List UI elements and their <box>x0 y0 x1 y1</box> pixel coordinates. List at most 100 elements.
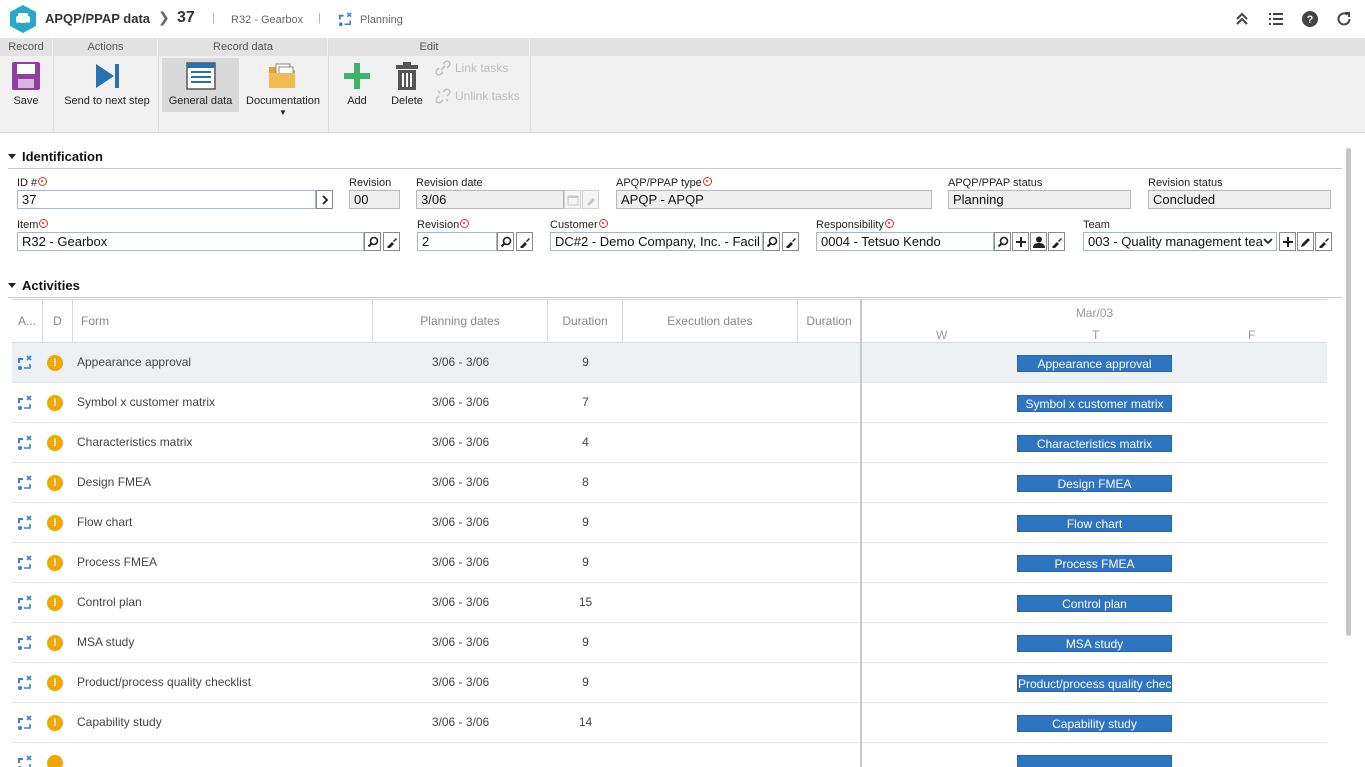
search-icon <box>997 236 1008 247</box>
planning-task-icon[interactable] <box>16 514 34 532</box>
form-cell: Appearance approval <box>77 355 192 369</box>
table-row[interactable]: ! Appearance approval 3/06 - 3/06 9 Appearan… <box>12 343 1327 383</box>
table-row[interactable]: ! Symbol x customer matrix 3/06 - 3/06 7 Sym… <box>12 383 1327 423</box>
column-header-d[interactable]: D <box>43 300 73 343</box>
column-header-form[interactable]: Form <box>73 300 373 343</box>
duration-cell: 7 <box>582 395 589 409</box>
customer-search-button[interactable] <box>763 232 780 251</box>
send-next-step-button[interactable]: Send to next step <box>59 58 155 112</box>
gantt-task-bar[interactable]: Characteristics matrix <box>1017 435 1172 452</box>
svg-text:?: ? <box>1307 14 1314 26</box>
ribbon-group-actions: Actions Send to next step <box>54 38 159 132</box>
unlink-tasks-button[interactable]: Unlink tasks <box>435 88 520 104</box>
item-revision-input[interactable]: 2 <box>417 232 497 251</box>
refresh-icon[interactable] <box>1335 10 1353 28</box>
gantt-task-bar <box>1017 755 1172 767</box>
table-row[interactable]: ! Flow chart 3/06 - 3/06 9 Flow chart <box>12 503 1327 543</box>
item-revision-clear-button[interactable] <box>516 232 533 251</box>
gantt-task-bar[interactable]: Flow chart <box>1017 515 1172 532</box>
planning-task-icon[interactable] <box>16 714 34 732</box>
column-header-duration[interactable]: Duration <box>548 300 623 343</box>
column-header-execution-dates[interactable]: Execution dates <box>623 300 798 343</box>
planning-task-icon[interactable] <box>16 754 34 767</box>
team-edit-button[interactable] <box>1297 232 1314 251</box>
responsibility-search-button[interactable] <box>994 232 1011 251</box>
id-go-button[interactable] <box>316 190 333 209</box>
planning-task-icon[interactable] <box>16 674 34 692</box>
vertical-scrollbar[interactable] <box>1346 148 1351 636</box>
gantt-task-bar[interactable]: Design FMEA <box>1017 475 1172 492</box>
column-header-duration-2[interactable]: Duration <box>798 300 860 343</box>
collapse-up-icon[interactable] <box>1233 10 1251 28</box>
general-data-button[interactable]: General data <box>162 58 239 112</box>
customer-input[interactable]: DC#2 - Demo Company, Inc. - Facil <box>550 232 763 251</box>
grid-gantt-splitter[interactable] <box>860 299 862 767</box>
table-row[interactable]: ! Control plan 3/06 - 3/06 15 Control plan <box>12 583 1327 623</box>
required-icon <box>460 219 470 228</box>
calendar-icon <box>567 195 578 205</box>
list-icon[interactable] <box>1267 10 1285 28</box>
warning-icon: ! <box>47 635 63 651</box>
required-icon <box>38 177 48 186</box>
column-header-planning-dates[interactable]: Planning dates <box>373 300 548 343</box>
table-row[interactable]: ! Capability study 3/06 - 3/06 14 Capability… <box>12 703 1327 743</box>
chevron-right-icon <box>321 194 328 205</box>
responsibility-user-button[interactable] <box>1030 232 1047 251</box>
calendar-button[interactable] <box>564 190 581 209</box>
responsibility-clear-button[interactable] <box>1048 232 1065 251</box>
delete-button[interactable]: Delete <box>385 58 429 112</box>
item-search-button[interactable] <box>364 232 381 251</box>
save-button[interactable]: Save <box>3 58 49 112</box>
id-input[interactable]: 37 <box>17 190 316 209</box>
gantt-task-bar[interactable]: Control plan <box>1017 595 1172 612</box>
planning-icon <box>338 12 352 27</box>
gantt-task-bar[interactable]: MSA study <box>1017 635 1172 652</box>
table-row[interactable]: ! MSA study 3/06 - 3/06 9 MSA study <box>12 623 1327 663</box>
planning-dates-cell: 3/06 - 3/06 <box>431 355 490 369</box>
app-title[interactable]: APQP/PPAP data <box>45 11 150 26</box>
gantt-task-bar[interactable]: Appearance approval <box>1017 355 1172 372</box>
identification-section-toggle[interactable]: Identification <box>8 149 103 164</box>
planning-task-icon[interactable] <box>16 474 34 492</box>
gantt-task-bar[interactable]: Symbol x customer matrix <box>1017 395 1172 412</box>
gantt-day: W <box>936 328 948 342</box>
responsibility-add-button[interactable] <box>1012 232 1029 251</box>
item-clear-button[interactable] <box>383 232 400 251</box>
activities-grid-header: A... D Form Planning dates Duration Exec… <box>12 299 860 343</box>
ribbon-group-record-data: Record data General data Documentation ▼ <box>159 38 329 132</box>
item-revision-search-button[interactable] <box>497 232 514 251</box>
add-button[interactable]: Add <box>335 58 379 112</box>
gantt-task-bar[interactable]: Product/process quality chec <box>1017 675 1172 692</box>
planning-task-icon[interactable] <box>16 634 34 652</box>
form-cell: Symbol x customer matrix <box>77 395 216 409</box>
team-select[interactable]: 003 - Quality management tea <box>1083 232 1277 251</box>
caret-down-icon <box>8 154 16 159</box>
table-row[interactable]: ! Characteristics matrix 3/06 - 3/06 4 Chara… <box>12 423 1327 463</box>
gantt-task-bar[interactable]: Capability study <box>1017 715 1172 732</box>
table-row[interactable]: ! Process FMEA 3/06 - 3/06 9 Process FMEA <box>12 543 1327 583</box>
planning-task-icon[interactable] <box>16 354 34 372</box>
table-row[interactable]: ! Design FMEA 3/06 - 3/06 8 Design FMEA <box>12 463 1327 503</box>
responsibility-input[interactable]: 0004 - Tetsuo Kendo <box>816 232 994 251</box>
team-add-button[interactable] <box>1279 232 1296 251</box>
link-tasks-button[interactable]: Link tasks <box>435 60 508 76</box>
team-clear-button[interactable] <box>1315 232 1332 251</box>
gantt-task-bar[interactable]: Process FMEA <box>1017 555 1172 572</box>
planning-task-icon[interactable] <box>16 594 34 612</box>
item-input[interactable]: R32 - Gearbox <box>17 232 364 251</box>
table-row[interactable]: ! Product/process quality checklist 3/06 -… <box>12 663 1327 703</box>
column-header-a[interactable]: A... <box>12 300 43 343</box>
help-icon[interactable]: ? <box>1301 10 1319 28</box>
gantt-day: T <box>1092 328 1100 342</box>
activities-section-toggle[interactable]: Activities <box>8 278 80 293</box>
documentation-button[interactable]: Documentation ▼ <box>243 58 323 117</box>
planning-task-icon[interactable] <box>16 434 34 452</box>
customer-clear-button[interactable] <box>782 232 799 251</box>
duration-cell: 8 <box>582 475 589 489</box>
ribbon-group-edit: Edit Add Delete Link tasks Unlink tasks <box>329 38 531 132</box>
dropdown-caret-icon: ▼ <box>279 108 287 117</box>
planning-task-icon[interactable] <box>16 394 34 412</box>
clear-date-button[interactable] <box>582 190 599 209</box>
planning-task-icon[interactable] <box>16 554 34 572</box>
group-title: Record data <box>159 38 328 56</box>
